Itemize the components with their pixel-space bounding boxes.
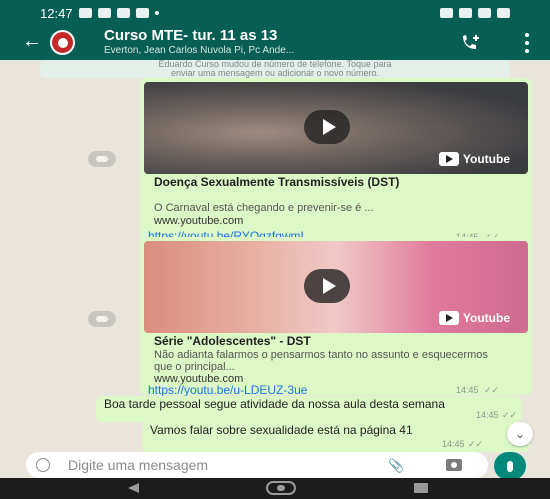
system-note-line: enviar uma mensagem ou adicionar o novo … <box>170 68 380 78</box>
video-thumbnail[interactable]: Youtube <box>144 241 528 333</box>
video-thumbnail[interactable]: Youtube <box>144 82 528 174</box>
link-domain: www.youtube.com <box>154 215 244 227</box>
status-bar: 12:47 <box>0 0 550 26</box>
youtube-badge: Youtube <box>438 152 510 166</box>
link-url[interactable]: https://youtu.be/u-LDEUZ-3ue <box>148 383 307 397</box>
read-ticks-icon: ✓✓ <box>484 385 500 395</box>
avatar-inner <box>57 37 68 48</box>
nav-recents-icon[interactable] <box>414 483 428 493</box>
status-left: 12:47 <box>40 6 159 21</box>
youtube-icon <box>438 152 459 166</box>
camera-icon[interactable] <box>446 459 462 471</box>
youtube-label: Youtube <box>462 152 510 166</box>
youtube-label: Youtube <box>462 311 510 325</box>
link-message[interactable]: Youtube Doença Sexualmente Transmissívei… <box>140 78 532 244</box>
message-input[interactable] <box>68 452 358 478</box>
link-description: O Carnaval está chegando e prevenir-se é… <box>154 202 374 214</box>
link-description: Não adianta falarmos o pensarmos tanto n… <box>154 349 488 373</box>
wifi-icon <box>459 8 472 18</box>
play-icon[interactable] <box>304 269 350 303</box>
message-text: Vamos falar sobre sexualidade está na pá… <box>150 423 413 437</box>
link-title: Série "Adolescentes" - DST <box>154 334 311 348</box>
chevron-down-icon[interactable]: ⌄ <box>507 422 533 446</box>
read-ticks-icon: ✓✓ <box>502 410 518 420</box>
message-input-pill: 📎 <box>26 452 488 478</box>
mic-icon[interactable] <box>494 452 526 480</box>
message-time: 14:45 <box>442 439 465 449</box>
back-arrow-icon[interactable]: ← <box>22 30 42 53</box>
notification-icon <box>116 8 130 18</box>
nav-home-icon[interactable] <box>266 481 296 495</box>
forward-icon[interactable] <box>88 151 116 167</box>
nav-back-icon[interactable] <box>128 483 139 493</box>
chat-participants[interactable]: Everton, Jean Carlos Nuvola Pi, Pc Ande.… <box>104 45 294 56</box>
more-vert-icon[interactable] <box>524 33 530 53</box>
composer: 📎 <box>0 452 550 480</box>
system-nav-bar <box>0 478 550 499</box>
chat-header: ← Curso MTE- tur. 11 as 13 Everton, Jean… <box>0 26 550 60</box>
group-avatar-icon[interactable] <box>50 30 75 55</box>
status-right <box>440 8 510 18</box>
message-time: 14:45 <box>456 385 479 395</box>
play-icon[interactable] <box>304 110 350 144</box>
link-message[interactable]: Youtube Série "Adolescentes" - DST Não a… <box>140 237 532 397</box>
notification-icon <box>78 8 92 18</box>
notification-icon <box>97 8 111 18</box>
battery-icon <box>497 8 510 18</box>
vibrate-icon <box>440 8 453 18</box>
system-note: Eduardo Curso mudou de número de telefon… <box>40 60 510 78</box>
chat-title[interactable]: Curso MTE- tur. 11 as 13 <box>104 27 277 44</box>
text-message[interactable]: Vamos falar sobre sexualidade está na pá… <box>142 422 530 452</box>
youtube-badge: Youtube <box>438 311 510 325</box>
forward-icon[interactable] <box>88 311 116 327</box>
chat-messages[interactable]: Eduardo Curso mudou de número de telefon… <box>0 60 550 452</box>
read-ticks-icon: ✓✓ <box>468 439 484 449</box>
notification-icon <box>135 8 149 18</box>
more-notifications-icon <box>154 11 159 15</box>
youtube-icon <box>438 311 459 325</box>
signal-icon <box>478 8 491 18</box>
message-time: 14:45 <box>476 410 499 420</box>
text-message[interactable]: Boa tarde pessoal segue atividade da nos… <box>96 396 522 422</box>
status-time: 12:47 <box>40 5 73 21</box>
emoji-icon[interactable] <box>36 458 50 472</box>
message-text: Boa tarde pessoal segue atividade da nos… <box>104 397 445 411</box>
attach-icon[interactable]: 📎 <box>388 458 404 474</box>
add-call-icon[interactable] <box>460 32 482 52</box>
link-title: Doença Sexualmente Transmissíveis (DST) <box>154 175 400 189</box>
